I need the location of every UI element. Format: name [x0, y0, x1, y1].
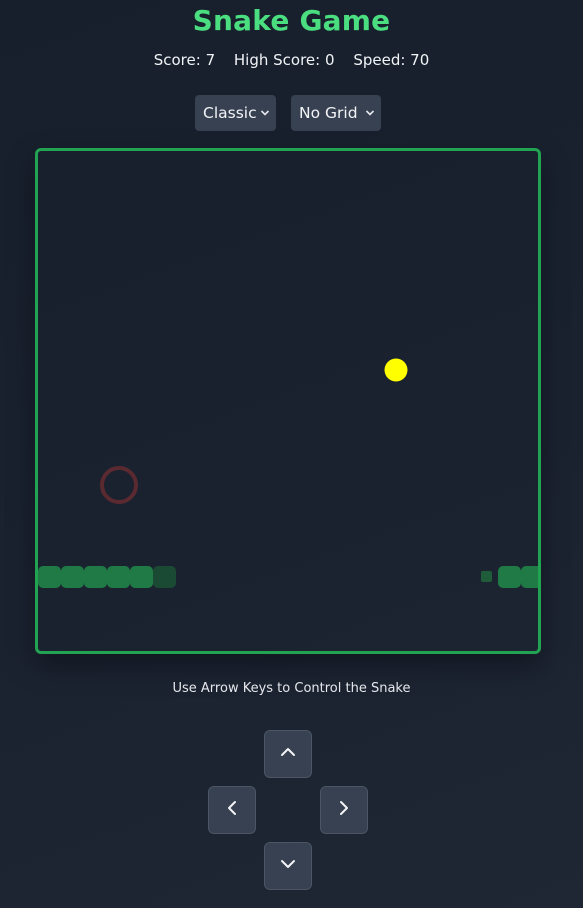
snake-segment [130, 566, 153, 588]
snake-tail-segment [153, 566, 176, 588]
right-button[interactable] [320, 786, 368, 834]
snake [38, 566, 538, 588]
mode-select[interactable]: Classic [195, 95, 276, 131]
high-score-display: High Score: 0 [233, 51, 335, 69]
chevron-left-icon [223, 799, 241, 821]
page-title: Snake Game [192, 4, 391, 37]
up-button[interactable] [264, 730, 312, 778]
score-display: Score: 7 [153, 51, 216, 69]
chevron-up-icon [279, 743, 297, 765]
speed-display: Speed: 70 [353, 51, 430, 69]
snake-segment [61, 566, 84, 588]
snake-head [521, 566, 538, 588]
snake-segment [107, 566, 130, 588]
game-board[interactable] [35, 148, 541, 654]
down-button[interactable] [264, 842, 312, 890]
chevron-right-icon [335, 799, 353, 821]
grid-select[interactable]: No Grid [291, 95, 381, 131]
grid-select-value: No Grid [299, 104, 358, 122]
chevron-down-icon [260, 95, 270, 146]
snake-segment [498, 566, 521, 588]
snake-segment [84, 566, 107, 588]
chevron-down-icon [365, 95, 375, 146]
chevron-down-icon [279, 855, 297, 877]
left-button[interactable] [208, 786, 256, 834]
snake-segment [481, 571, 492, 582]
food-item [384, 358, 408, 382]
instructions-text: Use Arrow Keys to Control the Snake [172, 681, 411, 696]
mode-select-value: Classic [203, 104, 257, 122]
game-canvas [38, 358, 538, 588]
snake-segment [38, 566, 61, 588]
obstacle-ring [100, 466, 138, 504]
stats-bar: Score: 7 High Score: 0 Speed: 70 [0, 51, 583, 69]
